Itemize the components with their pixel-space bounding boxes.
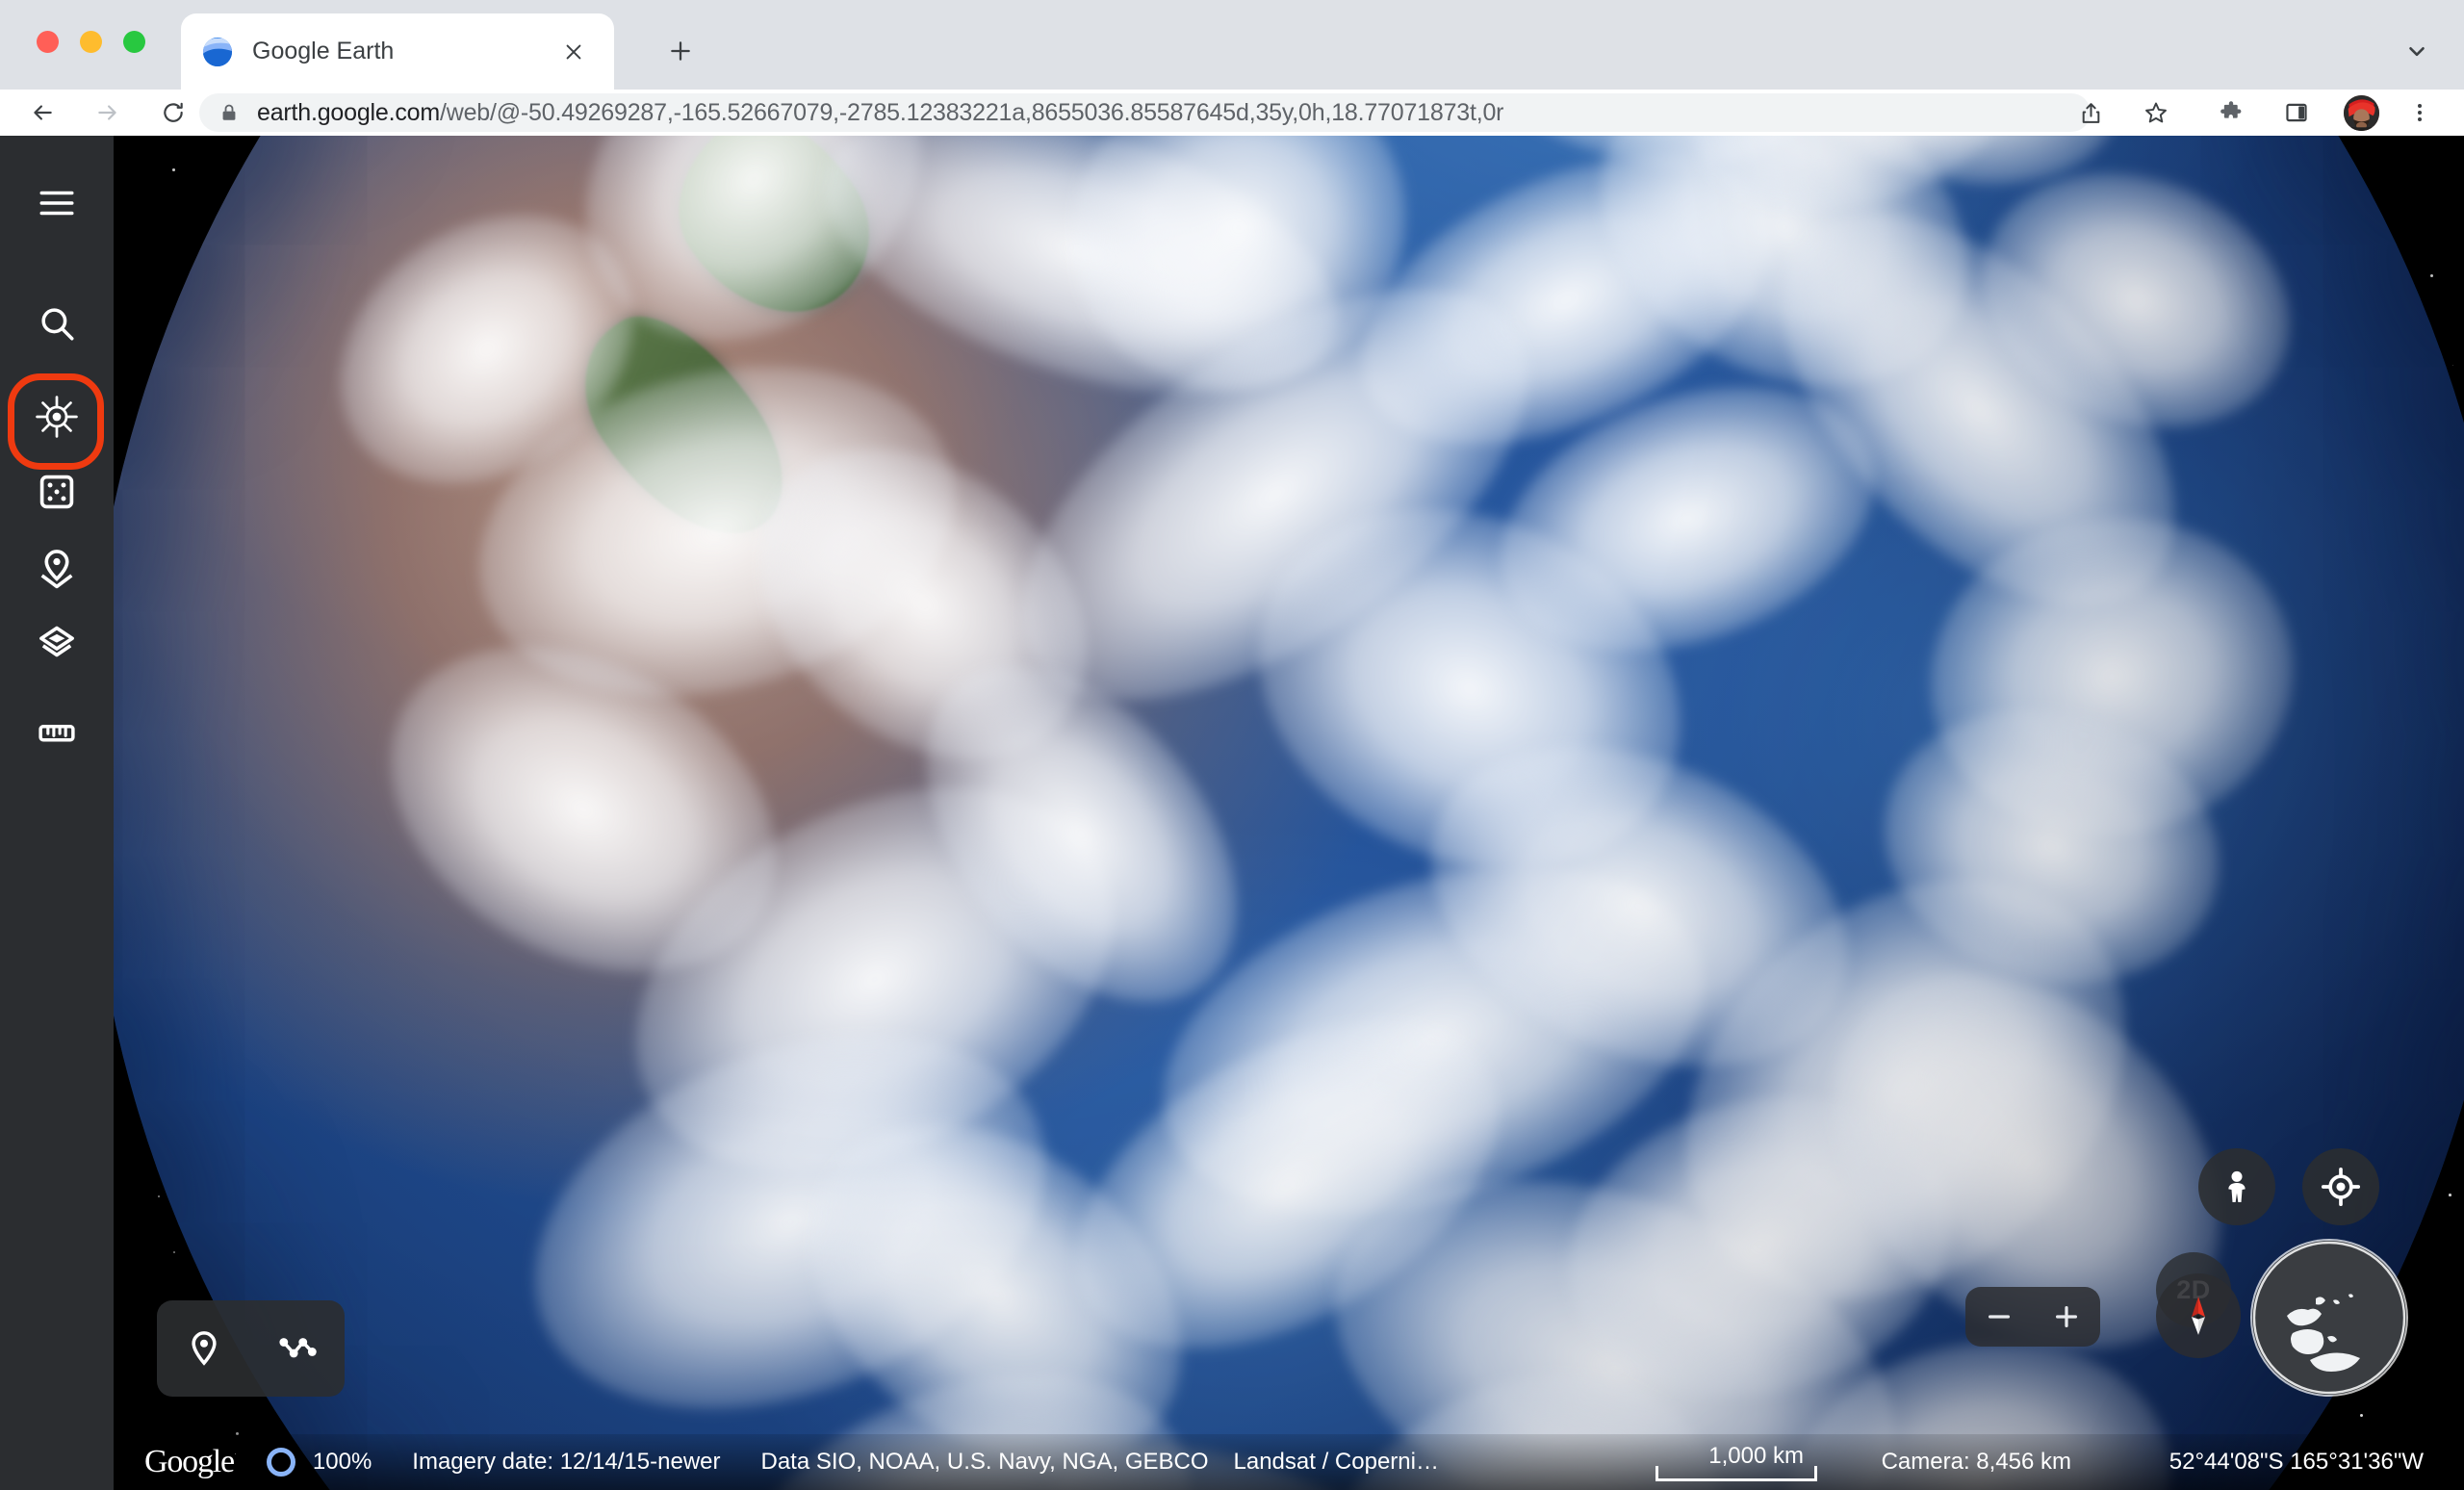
add-placemark-button[interactable] — [169, 1314, 239, 1383]
search-icon — [41, 308, 74, 341]
google-earth-viewport[interactable]: 2D — [0, 136, 2464, 1490]
avatar-image — [2344, 95, 2379, 131]
map-pin-icon — [40, 550, 73, 589]
zoom-controls — [1965, 1287, 2100, 1347]
layers-icon — [39, 626, 74, 657]
extensions-puzzle-icon — [2220, 101, 2242, 118]
back-button[interactable] — [23, 93, 62, 132]
draw-path-button[interactable] — [263, 1314, 332, 1383]
google-earth-favicon — [203, 37, 232, 66]
earth-globe[interactable] — [42, 136, 2464, 1490]
forward-arrow-icon — [98, 105, 116, 120]
side-panel-button[interactable] — [2277, 93, 2316, 132]
browser-tab-strip: Google Earth — [0, 0, 2464, 90]
data-attribution: Data SIO, NOAA, U.S. Navy, NGA, GEBCO — [760, 1449, 1209, 1475]
reload-button[interactable] — [154, 93, 192, 132]
pegman-icon — [2228, 1170, 2246, 1202]
cursor-coordinates: 52°44'08"S 165°31'36"W — [2169, 1449, 2424, 1475]
extensions-button[interactable] — [2212, 93, 2250, 132]
my-location-button[interactable] — [2302, 1148, 2379, 1225]
bookmark-button[interactable] — [2137, 93, 2175, 132]
browser-toolbar: earth.google.com/web/@-50.49269287,-165.… — [0, 90, 2464, 136]
google-wordmark: Google — [144, 1444, 235, 1480]
close-icon — [566, 44, 581, 59]
back-arrow-icon — [34, 105, 52, 120]
imagery-date: Imagery date: 12/14/15-newer — [412, 1449, 721, 1475]
earth-status-bar: Google 100% Imagery date: 12/14/15-newer… — [114, 1434, 2464, 1490]
tab-title: Google Earth — [252, 38, 395, 64]
landsat-attribution[interactable]: Landsat / Coperni… — [1234, 1449, 1439, 1476]
zoom-in-button[interactable] — [2033, 1287, 2100, 1347]
minus-icon — [1989, 1315, 2010, 1319]
scale-bar-line — [1656, 1466, 1817, 1481]
chrome-menu-icon — [2418, 104, 2422, 121]
tab-search-button[interactable] — [2391, 25, 2443, 77]
browser-tab[interactable]: Google Earth — [181, 13, 614, 90]
compass-needle-icon — [2192, 1297, 2205, 1335]
side-panel-icon — [2286, 103, 2307, 122]
reload-icon — [164, 102, 183, 122]
share-icon — [2082, 102, 2099, 123]
my-location-icon — [2321, 1167, 2361, 1207]
tab-close-button[interactable] — [554, 33, 593, 71]
sidebar-item-layers[interactable] — [9, 596, 105, 692]
window-minimize-button[interactable] — [80, 31, 102, 53]
google-wordmark-text: Google — [144, 1444, 235, 1479]
compass-button[interactable] — [2156, 1273, 2241, 1358]
url-text: earth.google.com/web/@-50.49269287,-165.… — [257, 99, 1503, 127]
profile-avatar[interactable] — [2344, 95, 2379, 131]
chrome-menu-button[interactable] — [2400, 93, 2439, 132]
globe-overview-icon — [2252, 1241, 2406, 1395]
scale-bar: 1,000 km — [1656, 1443, 1817, 1481]
draw-tools-panel — [157, 1300, 345, 1397]
sidebar-item-search[interactable] — [9, 275, 105, 372]
share-button[interactable] — [2071, 93, 2110, 132]
url-path: /web/@-50.49269287,-165.52667079,-2785.1… — [439, 98, 1504, 126]
address-bar[interactable]: earth.google.com/web/@-50.49269287,-165.… — [199, 93, 2091, 132]
url-domain: earth.google.com — [257, 98, 440, 126]
path-line-icon — [279, 1338, 317, 1358]
load-percent: 100% — [312, 1449, 372, 1475]
earth-sidebar — [0, 136, 114, 1490]
plus-icon — [2056, 1306, 2077, 1327]
overview-minimap[interactable] — [2252, 1241, 2406, 1395]
window-maximize-button[interactable] — [123, 31, 145, 53]
map-pin-icon — [192, 1331, 217, 1366]
lock-icon — [222, 104, 236, 120]
chevron-down-icon — [2409, 46, 2425, 57]
limb-shading — [87, 136, 2464, 1490]
camera-altitude: Camera: 8,456 km — [1881, 1449, 2071, 1475]
new-tab-button[interactable] — [654, 25, 706, 77]
sidebar-item-measure[interactable] — [9, 684, 105, 781]
zoom-out-button[interactable] — [1965, 1287, 2033, 1347]
window-traffic-lights — [37, 31, 145, 53]
street-view-pegman-button[interactable] — [2198, 1148, 2275, 1225]
dice-icon — [39, 475, 74, 509]
bookmark-star-icon — [2145, 102, 2167, 123]
forward-button[interactable] — [89, 93, 127, 132]
ships-wheel-icon — [36, 396, 78, 438]
loading-ring-icon — [266, 1448, 295, 1477]
ruler-icon — [38, 725, 75, 742]
browser-window: Google Earth earth.google.com/web/@-50.4… — [0, 0, 2464, 1490]
globe-surface — [87, 136, 2464, 1490]
window-close-button[interactable] — [37, 31, 59, 53]
hamburger-menu-icon — [39, 191, 74, 216]
sidebar-item-menu[interactable] — [9, 155, 105, 251]
plus-icon — [671, 41, 690, 61]
